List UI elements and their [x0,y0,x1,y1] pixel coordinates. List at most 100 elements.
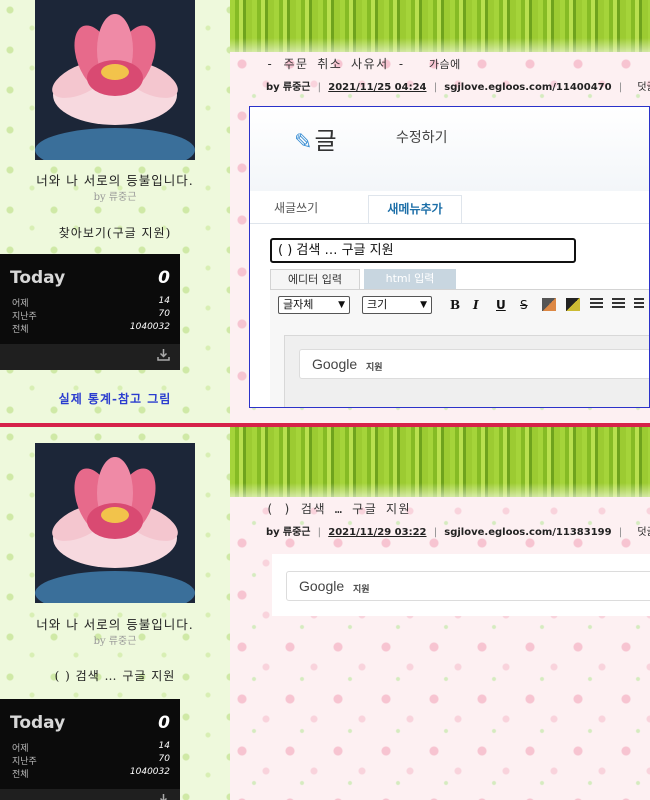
counter-row: 어제 14 [12,296,170,309]
counter-value: 14 [158,741,170,751]
counter-value: 1040032 [129,322,170,332]
tab-editor-input[interactable]: 에디터 입력 [270,269,360,290]
meta-comment[interactable]: 덧글 [637,82,650,93]
meta-date[interactable]: 2021/11/25 04:24 [328,82,426,93]
counter-label: 지난주 [12,757,37,767]
top-blog-view: 너와 나 서로의 등불입니다. by 류중근 찾아보기(구글 지원) Today… [0,0,650,423]
editor-title: 수정하기 [396,130,448,146]
counter-footer [0,789,180,800]
chevron-down-icon: ▼ [420,300,427,310]
counter-row: 지난주 70 [12,309,170,322]
font-select[interactable]: 글자체 ▼ [278,296,350,314]
google-logo: Google [299,578,345,594]
counter-value: 70 [158,754,170,764]
font-select-value: 글자체 [283,298,314,311]
counter-value: 14 [158,296,170,306]
meta-by: by [266,527,280,538]
post-area: - 주문 취소 사유서 - 가슴에 by 류중근 | 2021/11/25 04… [230,0,650,423]
counter-label: 어제 [12,299,29,309]
google-search-box: Google 지원 [299,349,649,379]
post-title-input[interactable]: ( ) 검색 … 구글 지원 [270,238,576,263]
meta-comment[interactable]: 덧글 [637,527,650,538]
meta-by: by [266,82,280,93]
profile-name: 너와 나 서로의 등불입니다. [36,617,194,632]
chevron-down-icon: ▼ [338,300,345,310]
bold-button[interactable]: B [450,298,460,312]
size-select-value: 크기 [367,298,388,311]
italic-button[interactable]: I [473,298,479,312]
meta-url[interactable]: sgjlove.egloos.com/11400470 [444,82,611,93]
sidebar: 너와 나 서로의 등불입니다. by 류중근 ( ) 검색 … 구글 지원 To… [0,427,230,800]
post-title[interactable]: - 주문 취소 사유서 - 가슴에 [266,55,461,72]
counter-footer [0,344,180,370]
counter-row: 전체 1040032 [12,322,170,335]
google-logo: Google [312,356,358,372]
editor-toolbar: 글자체 ▼ 크기 ▼ B I U S [270,289,649,320]
visitor-counter: Today 0 어제 14 지난주 70 전체 1040032 [0,699,180,800]
counter-row: 지난주 70 [12,754,170,767]
profile-image [35,0,195,160]
editor-header: ✎글 수정하기 [250,107,649,191]
meta-url[interactable]: sgjlove.egloos.com/11383199 [444,527,611,538]
sidebar: 너와 나 서로의 등불입니다. by 류중근 찾아보기(구글 지원) Today… [0,0,230,423]
counter-label: 지난주 [12,312,37,322]
size-select[interactable]: 크기 ▼ [362,296,432,314]
text-color-icon[interactable] [542,298,556,311]
logo-text: 글 [314,127,337,155]
tab-add-menu[interactable]: 새메뉴추가 [368,195,462,224]
lotus-image [35,443,195,603]
editor-mode-tabs: 에디터 입력 html 입력 [270,269,649,290]
counter-value: 1040032 [129,767,170,777]
strike-button[interactable]: S [520,298,528,312]
meta-author: 류중근 [282,527,311,538]
tab-new-post[interactable]: 새글쓰기 [274,199,318,216]
editor-logo: ✎글 [294,121,337,156]
counter-row: 어제 14 [12,741,170,754]
post-content: Google 지원 [272,554,650,616]
profile-image [35,443,195,603]
google-sub: 지원 [366,363,383,373]
tab-html-input[interactable]: html 입력 [364,269,456,289]
bg-color-icon[interactable] [566,298,580,311]
sidebar-heading[interactable]: 찾아보기(구글 지원) [0,224,230,241]
counter-label: 어제 [12,744,29,754]
sidebar-heading[interactable]: ( ) 검색 … 구글 지원 [0,667,230,684]
profile-by: by 류중근 [93,192,137,203]
meta-date[interactable]: 2021/11/29 03:22 [328,527,426,538]
download-icon[interactable] [157,348,170,365]
google-search-box: Google 지원 [286,571,650,601]
today-value: 0 [158,268,170,288]
embedded-editor-screenshot: ✎글 수정하기 새글쓰기 새메뉴추가 ( ) 검색 … 구글 지원 에디터 입력… [249,106,650,408]
google-sub: 지원 [353,585,370,595]
post-category[interactable]: 가슴에 [429,58,461,71]
list-icon[interactable] [634,298,644,310]
post-meta: by 류중근 | 2021/11/29 03:22 | sgjlove.eglo… [266,523,650,538]
post-area: ( ) 검색 … 구글 지원 by 류중근 | 2021/11/29 03:22… [230,427,650,800]
profile-name: 너와 나 서로의 등불입니다. [36,173,194,188]
profile-by: by 류중근 [93,636,137,647]
post-title-text[interactable]: ( ) 검색 … 구글 지원 [266,502,411,516]
underline-button[interactable]: U [496,298,506,312]
post-title[interactable]: ( ) 검색 … 구글 지원 [266,500,411,517]
visitor-counter: Today 0 어제 14 지난주 70 전체 1040032 [0,254,180,370]
post-title-text[interactable]: - 주문 취소 사유서 - [266,57,406,71]
download-icon[interactable] [157,793,170,800]
align-left-icon[interactable] [590,298,603,310]
tab-divider [250,223,649,224]
lotus-image [35,0,195,160]
counter-row: 전체 1040032 [12,767,170,780]
sidebar-link[interactable]: 실제 통계-참고 그림 [0,390,230,407]
counter-label: 전체 [12,325,29,335]
editor-area[interactable]: Google 지원 [270,319,649,407]
meta-author: 류중근 [282,82,311,93]
editor-content: Google 지원 [284,335,649,407]
today-value: 0 [158,713,170,733]
header-banner [230,0,650,52]
pen-icon: ✎ [294,130,313,155]
today-label: Today [10,713,66,733]
editor-tabs: 새글쓰기 새메뉴추가 [250,193,649,224]
counter-label: 전체 [12,770,29,780]
counter-value: 70 [158,309,170,319]
align-center-icon[interactable] [612,298,625,310]
bottom-blog-view: 너와 나 서로의 등불입니다. by 류중근 ( ) 검색 … 구글 지원 To… [0,427,650,800]
